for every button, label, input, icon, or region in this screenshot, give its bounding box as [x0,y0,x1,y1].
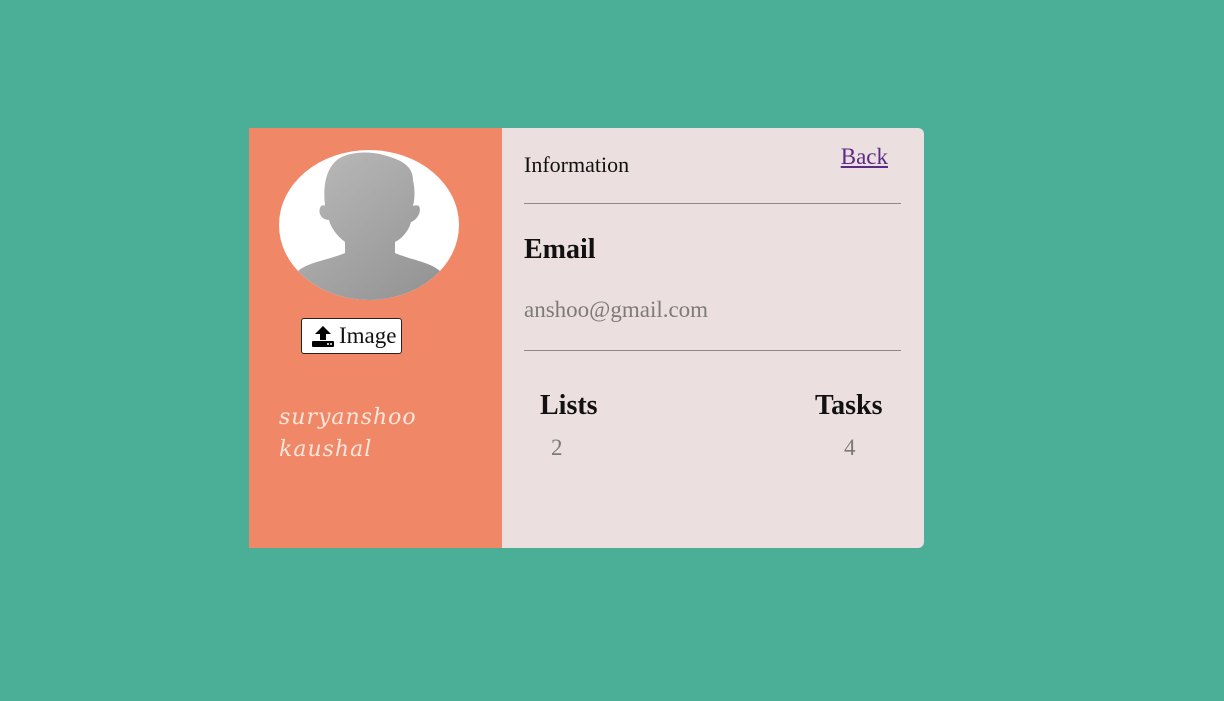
lists-label: Lists [540,390,598,421]
lists-count: 2 [551,435,563,460]
upload-icon [311,325,335,347]
upload-image-label: Image [339,323,397,348]
divider [524,350,901,351]
back-link[interactable]: Back [841,144,888,170]
tasks-label: Tasks [815,390,883,421]
default-user-avatar-icon [279,152,459,300]
user-name: suryanshoo kaushal [279,405,417,462]
email-value: anshoo@gmail.com [524,297,709,322]
tasks-count: 4 [844,435,856,460]
profile-card: Image suryanshoo kaushal Information Bac… [249,128,924,548]
profile-sidebar: Image suryanshoo kaushal [249,128,502,548]
email-heading: Email [524,234,596,265]
avatar [279,150,459,300]
info-title: Information [524,152,630,177]
divider [524,203,901,204]
info-panel: Information Back Email anshoo@gmail.com … [502,128,924,548]
upload-image-button[interactable]: Image [301,318,403,354]
